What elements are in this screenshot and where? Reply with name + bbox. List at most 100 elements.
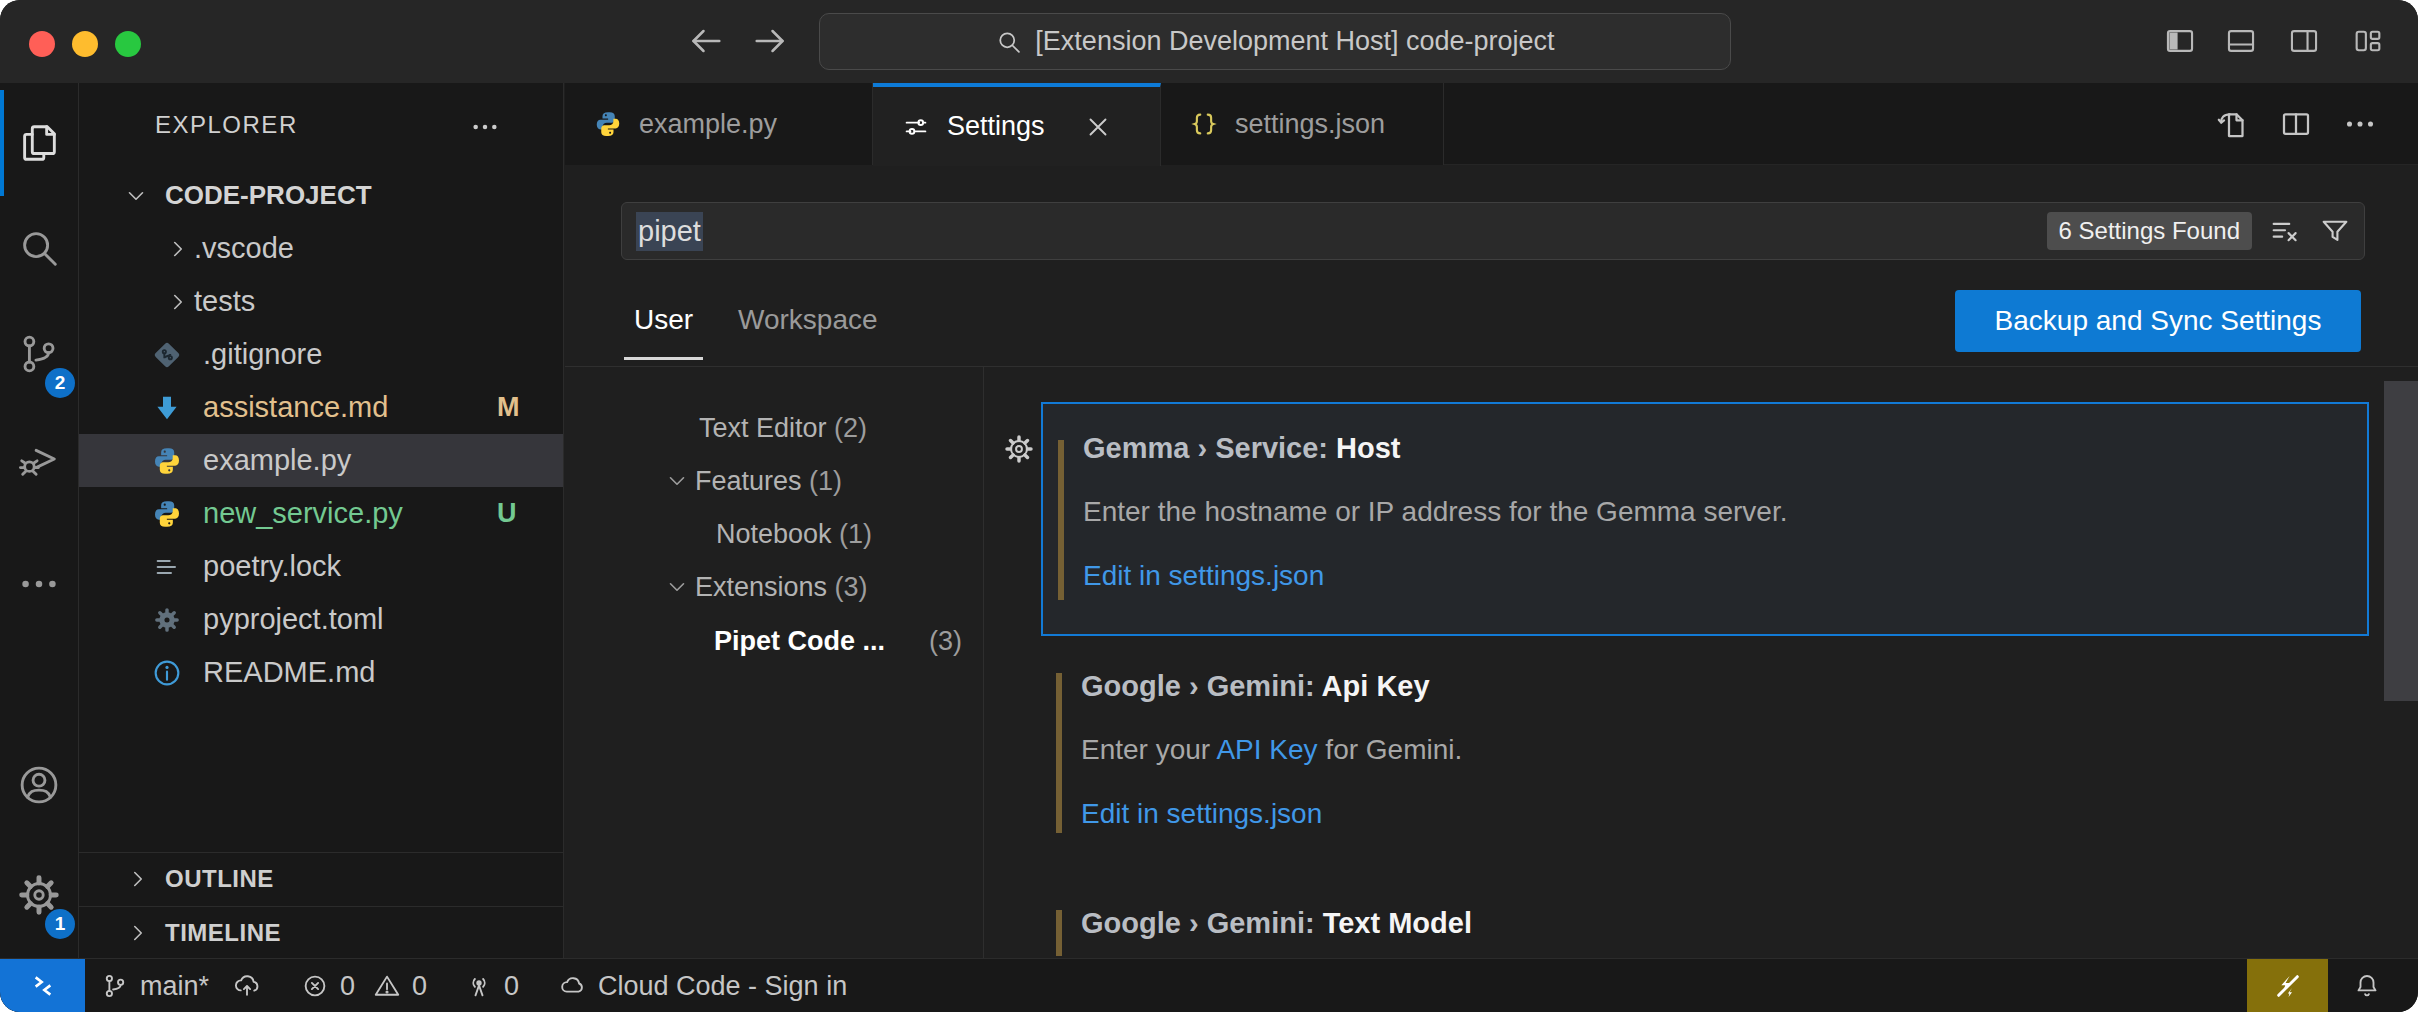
branch-icon [100,971,130,1001]
arrow-down-icon [151,392,183,424]
status-item-0[interactable]: 0 [464,959,519,1012]
badge: 2 [45,368,75,398]
scope-tab-user[interactable]: User [634,304,693,336]
edit-in-settings-json-link[interactable]: Edit in settings.json [1083,560,1324,592]
status-label: 0 [340,971,355,1002]
more-icon [16,561,62,607]
explorer-more-actions-icon[interactable] [469,111,501,143]
toc-label: Features (1) [695,466,842,497]
description-link[interactable]: API Key [1216,734,1317,765]
warning-icon [372,971,402,1001]
toggle-secondary-sidebar-icon[interactable] [2287,24,2321,58]
notifications-bell-icon[interactable] [2352,971,2382,1001]
badge: 1 [45,909,75,939]
minimize-window-button[interactable] [72,31,98,57]
results-count-badge: 6 Settings Found [2047,212,2252,250]
status-item-publish-icon[interactable] [232,959,262,1012]
tree-item-tests[interactable]: tests [79,275,563,328]
sliders-icon [901,112,931,142]
modified-indicator [1056,910,1062,956]
tree-item-poetry.lock[interactable]: poetry.lock [79,540,563,593]
tree-item-pyproject.toml[interactable]: pyproject.toml [79,593,563,646]
close-window-button[interactable] [29,31,55,57]
file-label: pyproject.toml [203,603,384,636]
forward-arrow-icon[interactable] [750,21,790,61]
chevron-down-icon [664,468,690,494]
more-icon[interactable] [2342,106,2378,142]
file-label: new_service.py [203,497,403,530]
chevron-down-icon [664,574,690,600]
debug-disconnected-button[interactable] [2247,959,2328,1012]
tree-item-.gitignore[interactable]: .gitignore [79,328,563,381]
edit-in-settings-json-link[interactable]: Edit in settings.json [1081,798,1322,830]
files-icon [16,120,62,166]
split-icon[interactable] [2278,106,2314,142]
activity-item-additional-views[interactable] [0,536,78,632]
section-timeline[interactable]: TIMELINE [79,906,563,959]
zoom-window-button[interactable] [115,31,141,57]
search-icon [16,225,62,271]
setting-row-host[interactable]: Gemma › Service: HostEnter the hostname … [1041,402,2369,636]
toc-item-extensions[interactable]: Extensions (3) [565,561,984,613]
clear-filters-icon[interactable] [2268,214,2302,248]
settings-list: Gemma › Service: HostEnter the hostname … [984,367,2418,958]
status-label: Cloud Code - Sign in [598,971,847,1002]
status-item-0[interactable]: 0 [300,959,355,1012]
python-icon [151,498,183,530]
tab-example.py[interactable]: example.py [565,83,873,165]
tree-item-README.md[interactable]: README.md [79,646,563,699]
activity-item-search[interactable] [0,200,78,296]
chevron-down-icon [123,183,149,209]
activity-item-accounts[interactable] [0,737,78,833]
toggle-panel-icon[interactable] [2224,24,2258,58]
command-center[interactable]: [Extension Development Host] code-projec… [819,13,1731,70]
remote-indicator[interactable] [0,959,85,1012]
go-file-icon[interactable] [2214,106,2250,142]
section-outline[interactable]: OUTLINE [79,852,563,905]
toc-item-notebook[interactable]: Notebook (1) [565,508,984,560]
customize-layout-icon[interactable] [2351,24,2385,58]
activity-item-manage[interactable]: 1 [0,847,78,943]
settings-scope-tabs: Backup and Sync Settings User Workspace [565,290,2418,367]
modified-indicator [1058,440,1064,600]
filter-icon[interactable] [2318,214,2352,248]
tree-item-assistance.md[interactable]: assistance.mdM [79,381,563,434]
close-icon[interactable] [1083,112,1113,142]
toggle-sidebar-icon[interactable] [2163,24,2197,58]
explorer-sidebar: EXPLORER CODE-PROJECT.vscodetests.gitign… [79,83,564,958]
debug-icon [16,435,62,481]
git-status-badge: U [497,498,517,529]
tree-item-new_service.py[interactable]: new_service.py U [79,487,563,540]
chevron-right-icon [125,920,151,946]
status-item-cloud-code-sign-in[interactable]: Cloud Code - Sign in [558,959,847,1012]
status-item-main-[interactable]: main* [100,959,209,1012]
scope-tab-workspace[interactable]: Workspace [738,304,878,336]
activity-item-explorer[interactable] [0,95,78,191]
tab-Settings[interactable]: Settings [873,83,1161,166]
tree-item-CODE-PROJECT[interactable]: CODE-PROJECT [79,169,563,222]
status-label: 0 [412,971,427,1002]
activity-item-run-and-debug[interactable] [0,410,78,506]
info-icon [151,657,183,689]
setting-row-text-model[interactable]: Google › Gemini: Text Model [1041,898,2369,958]
status-item-0[interactable]: 0 [372,959,427,1012]
setting-description: Enter your API Key for Gemini. [1081,734,1462,766]
setting-row-api-key[interactable]: Google › Gemini: Api KeyEnter your API K… [1041,661,2369,896]
toc-item-pipet-code-[interactable]: Pipet Code ...(3) [565,615,984,667]
setting-gear-icon[interactable] [1003,433,1035,465]
backup-sync-button[interactable]: Backup and Sync Settings [1955,290,2361,352]
tab-settings.json[interactable]: settings.json [1161,83,1444,165]
toc-item-text-editor[interactable]: Text Editor (2) [565,402,984,454]
scrollbar-thumb[interactable] [2384,381,2418,701]
back-arrow-icon[interactable] [686,21,726,61]
section-label: TIMELINE [165,919,281,947]
tree-item-.vscode[interactable]: .vscode [79,222,563,275]
toc-item-features[interactable]: Features (1) [565,455,984,507]
tree-item-example.py[interactable]: example.py [79,434,563,487]
activity-item-source-control[interactable]: 2 [0,306,78,402]
settings-search-input[interactable]: pipet 6 Settings Found [621,202,2365,260]
list-icon [151,551,183,583]
chevron-right-icon [125,866,151,892]
command-center-text: [Extension Development Host] code-projec… [1035,26,1554,57]
title-bar: [Extension Development Host] code-projec… [0,0,2418,83]
